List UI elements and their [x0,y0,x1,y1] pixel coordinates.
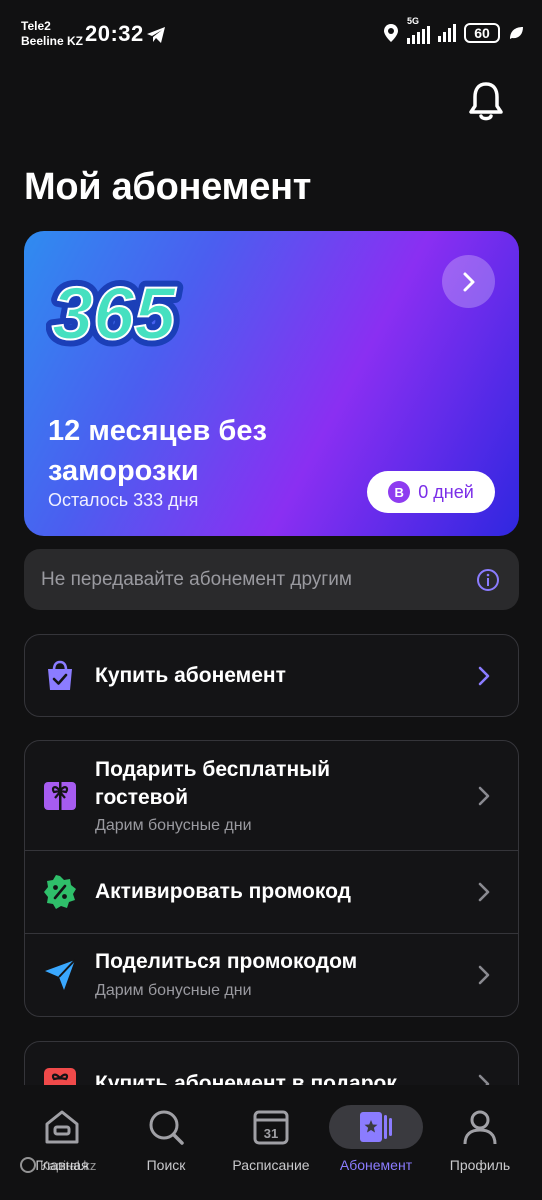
share-promo-sub: Дарим бонусные дни [95,982,252,999]
telegram-icon [147,27,165,43]
location-icon [384,24,398,42]
chevron-right-icon [478,666,490,686]
chevron-right-icon [478,965,490,985]
nav-profile-label: Профиль [449,1157,511,1173]
carrier-names: Tele2 Beeline KZ [21,19,83,49]
gift-guest-sub: Дарим бонусные дни [95,817,252,834]
nav-subscription[interactable]: Абонемент [322,1105,430,1173]
subscription-title: 12 месяцев без заморозки [48,415,267,487]
watermark-logo-icon [20,1157,36,1173]
signal-5g-icon: 5G [407,16,430,44]
bonus-days-label: 0 дней [418,481,474,502]
card-open-button[interactable] [442,255,495,308]
nav-schedule-label: Расписание [232,1157,310,1173]
nav-search[interactable]: Поиск [112,1105,220,1173]
search-icon [149,1110,184,1145]
calendar-day: 31 [264,1126,278,1141]
buy-group: Купить абонемент [24,634,519,717]
buy-subscription-label: Купить абонемент [95,664,286,687]
percent-badge-icon [44,875,76,909]
chevron-right-icon [478,786,490,806]
gift-guest-label: Подарить бесплатный гостевой [95,758,330,809]
network-type: 5G [407,16,420,26]
calendar-icon: 31 [253,1110,289,1145]
buy-subscription-row[interactable]: Купить абонемент [25,635,518,716]
gift-icon [44,782,76,810]
bonus-coin-icon: В [388,481,411,503]
bottom-navigation: Главная Поиск 31 Расписание Абонемент Пр… [0,1085,542,1200]
user-icon [463,1110,497,1145]
carrier-2: Beeline KZ [21,34,84,48]
promo-group: Подарить бесплатный гостевой Дарим бонус… [24,740,519,1017]
notice-text: Не передавайте абонемент другим [41,569,352,590]
watermark: Kapital.kz [20,1157,96,1173]
nav-subscription-label: Абонемент [339,1157,413,1173]
battery-indicator: 60 [464,23,500,43]
365-logo-fill: 365 [52,272,177,355]
nav-profile[interactable]: Профиль [426,1105,534,1173]
bell-icon[interactable] [466,80,506,122]
send-icon [45,959,76,990]
transfer-notice: Не передавайте абонемент другим [24,549,519,610]
subscription-card[interactable]: 365 365 12 месяцев без заморозки Осталос… [24,231,519,536]
days-remaining: Осталось 333 дня [48,490,199,510]
activate-promo-label: Активировать промокод [95,880,351,903]
active-tab-indicator [329,1105,423,1149]
bonus-days-badge[interactable]: В 0 дней [367,471,495,513]
battery-level: 60 [474,25,490,41]
shopping-bag-icon [48,660,72,690]
carrier-1: Tele2 [21,19,51,33]
gift-guest-row[interactable]: Подарить бесплатный гостевой Дарим бонус… [25,741,518,851]
status-icons: 5G 60 [383,16,524,44]
activate-promo-row[interactable]: Активировать промокод [25,851,518,934]
leaf-icon [510,27,523,39]
nav-search-label: Поиск [146,1157,186,1173]
status-bar: Tele2 Beeline KZ 20:32 5G 60 [0,0,542,70]
chevron-right-icon [478,882,490,902]
chevron-right-icon [463,272,474,291]
page-title: Мой абонемент [24,166,312,208]
info-icon[interactable] [476,568,500,592]
365-logo: 365 365 [46,265,184,362]
nav-schedule[interactable]: 31 Расписание [217,1105,325,1173]
watermark-text: Kapital.kz [40,1157,97,1173]
share-promo-label: Поделиться промокодом [95,950,358,973]
home-icon [45,1110,79,1144]
membership-card-icon [360,1112,392,1142]
share-promo-row[interactable]: Поделиться промокодом Дарим бонусные дни [25,934,518,1016]
clock: 20:32 [85,21,144,46]
signal-icon [438,24,456,42]
